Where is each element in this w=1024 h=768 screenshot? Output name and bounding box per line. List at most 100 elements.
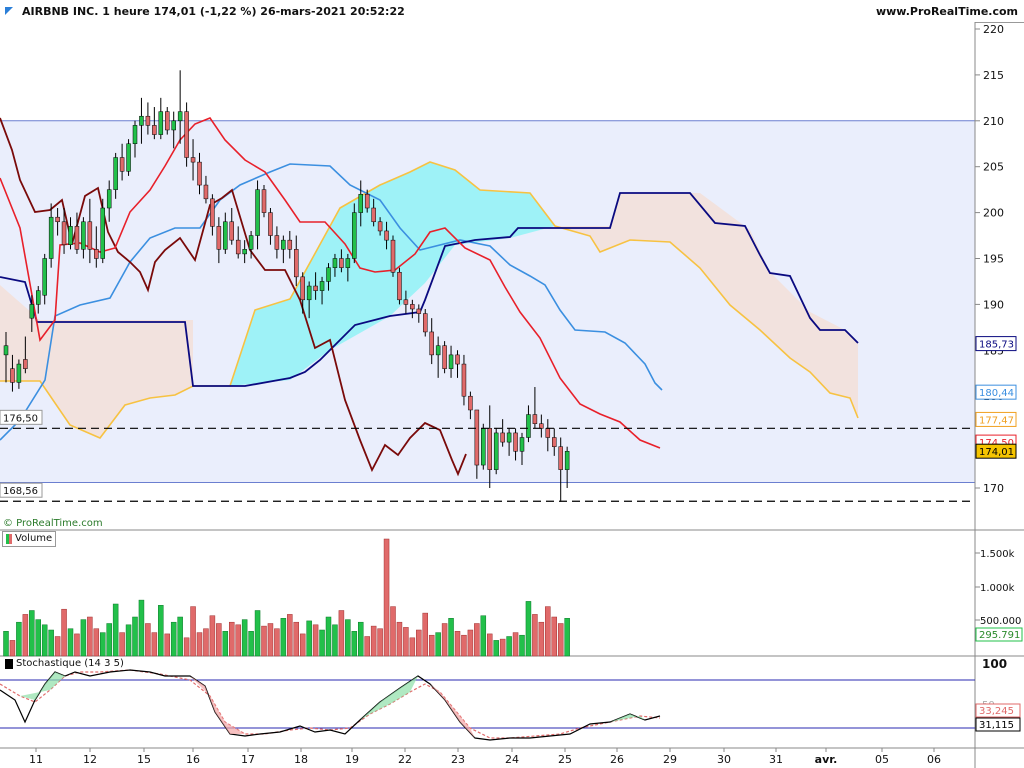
volume-last-value: 295.791 [979, 630, 1020, 641]
candle-down [55, 216, 60, 223]
candle-up [36, 290, 41, 305]
candle-down [397, 272, 402, 301]
candle-down [416, 308, 422, 314]
volume-bar [293, 621, 299, 657]
stoch-legend[interactable]: Stochastique (14 3 5) [2, 657, 127, 671]
volume-bar [506, 636, 512, 657]
volume-bar [203, 628, 209, 657]
stoch-d-box [975, 703, 1021, 718]
volume-bar [22, 614, 29, 657]
candle-up [126, 143, 131, 172]
volume-bar [467, 629, 474, 657]
candle-down [339, 258, 344, 268]
volume-legend-label: Volume [15, 533, 53, 544]
candle-down [539, 423, 544, 429]
volume-bar [164, 633, 170, 657]
volume-bar [29, 610, 35, 657]
volume-legend[interactable]: Volume [2, 531, 57, 547]
x-tick-label: 06 [927, 753, 941, 766]
volume-bar [351, 631, 358, 657]
senkou-span-b-line [0, 163, 663, 441]
volume-bar [480, 615, 487, 657]
kijun-sen-line [0, 192, 859, 387]
volume-bar [80, 619, 87, 657]
stoch-fill-up [610, 714, 645, 722]
candle-up [68, 226, 73, 245]
volume-bar [428, 634, 435, 657]
candle-down [268, 212, 273, 236]
candle-down [197, 161, 202, 186]
y-tick-label: 220 [983, 23, 1004, 36]
volume-bar [74, 633, 80, 657]
price-chart[interactable]: 176,50168,562202152102052001951901851801… [0, 0, 1024, 768]
stoch-tick-label: 100 [982, 657, 1007, 671]
volume-bar [519, 634, 525, 657]
volume-bar [383, 538, 390, 657]
price-tag-box [975, 411, 1017, 427]
candle-down [287, 239, 293, 250]
legend-prix[interactable]: Prix [2, 23, 38, 39]
legend-ichimoku-label: Ichimoku (9 26 52) [49, 25, 145, 36]
y-tick-label: 180 [983, 390, 1004, 403]
price-tag-box [975, 336, 1017, 352]
legend-chandeliers[interactable]: Chandeliers & Stochastiques (14 5 80 20 … [150, 23, 465, 39]
candle-down [558, 446, 563, 470]
volume-bar [493, 640, 499, 657]
candle-down [184, 111, 189, 158]
volume-bar [254, 610, 261, 657]
legend-ichimoku[interactable]: Ichimoku (9 26 52) [39, 23, 149, 39]
x-tick-label: 19 [345, 753, 359, 766]
x-tick-label: 31 [769, 753, 783, 766]
volume-bar [9, 640, 16, 657]
candle-up [481, 428, 486, 466]
candle-up [326, 267, 331, 282]
stoch-fill-up [20, 672, 65, 700]
candle-up [242, 249, 247, 255]
volume-bar [229, 621, 235, 657]
x-tick-label: 05 [875, 753, 889, 766]
volume-bar [499, 638, 506, 657]
site-link[interactable]: www.ProRealTime.com [876, 5, 1018, 18]
candle-up [171, 120, 176, 131]
volume-bar [564, 618, 570, 657]
candle-up [29, 304, 35, 319]
candle-down [455, 354, 460, 365]
x-tick-label: 17 [241, 753, 255, 766]
candle-up [493, 432, 499, 470]
volume-bar [119, 632, 125, 657]
volume-bar [409, 637, 416, 657]
volume-bar [67, 628, 74, 657]
candle-down [429, 331, 434, 356]
volume-bar [235, 624, 241, 657]
volume-bar [545, 606, 551, 657]
candle-down [474, 409, 480, 466]
volume-bar [106, 623, 112, 657]
price-tag: 180,44 [979, 388, 1014, 399]
volume-bar [551, 616, 557, 657]
volume-bar [170, 621, 177, 657]
volume-bar [196, 632, 203, 657]
candle-up [100, 207, 105, 259]
candle-up [177, 111, 183, 122]
candle-down [94, 249, 99, 259]
candle-up [255, 189, 260, 236]
candle-down [216, 226, 222, 250]
candle-down [313, 285, 318, 291]
candle-down [261, 189, 267, 213]
candle-down [552, 437, 557, 447]
expand-corner-icon[interactable] [4, 6, 14, 16]
volume-bar [403, 627, 409, 657]
candle-up [564, 451, 570, 470]
candle-down [500, 432, 505, 443]
volume-bar [16, 621, 22, 657]
candle-down [461, 363, 467, 397]
candle-down [410, 304, 415, 310]
volume-bar [100, 632, 106, 657]
stoch-tick-label: 50 [982, 700, 995, 711]
candle-down [74, 226, 80, 250]
candle-up [16, 363, 22, 383]
volume-bar [209, 615, 216, 657]
volume-bar [261, 625, 267, 657]
volume-bar [532, 614, 538, 657]
candle-down [23, 359, 28, 369]
